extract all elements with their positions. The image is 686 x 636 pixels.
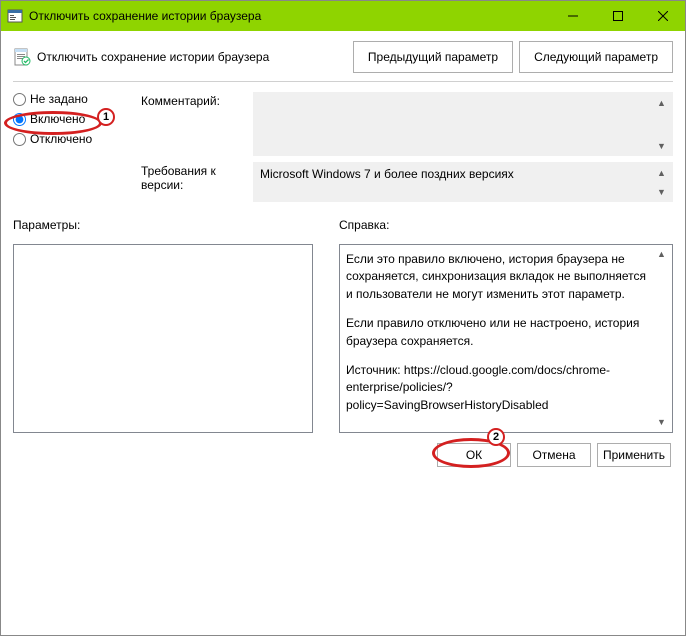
close-button[interactable] bbox=[640, 1, 685, 31]
help-label: Справка: bbox=[339, 218, 673, 232]
scroll-down-icon[interactable]: ▼ bbox=[653, 414, 670, 431]
scroll-up-icon[interactable]: ▲ bbox=[653, 94, 670, 111]
requirements-value: Microsoft Windows 7 и более поздних верс… bbox=[260, 167, 514, 181]
window-title: Отключить сохранение истории браузера bbox=[29, 9, 550, 23]
radio-enabled-input[interactable] bbox=[13, 113, 26, 126]
comment-input[interactable]: ▲ ▼ bbox=[253, 92, 673, 156]
radio-enabled[interactable]: Включено bbox=[13, 112, 131, 126]
radio-disabled-label: Отключено bbox=[30, 132, 92, 146]
maximize-button[interactable] bbox=[595, 1, 640, 31]
app-icon bbox=[7, 8, 23, 24]
policy-title: Отключить сохранение истории браузера bbox=[37, 50, 347, 64]
footer: ОК Отмена Применить 2 bbox=[13, 443, 673, 467]
help-paragraph-2: Если правило отключено или не настроено,… bbox=[346, 315, 652, 350]
radio-not-configured[interactable]: Не задано bbox=[13, 92, 131, 106]
apply-button[interactable]: Применить bbox=[597, 443, 671, 467]
scroll-down-icon[interactable]: ▼ bbox=[653, 183, 670, 200]
prev-setting-button[interactable]: Предыдущий параметр bbox=[353, 41, 513, 73]
minimize-button[interactable] bbox=[550, 1, 595, 31]
scroll-up-icon[interactable]: ▲ bbox=[653, 246, 670, 263]
requirements-box: Microsoft Windows 7 и более поздних верс… bbox=[253, 162, 673, 202]
comment-label: Комментарий: bbox=[141, 92, 253, 108]
help-paragraph-3: Источник: https://cloud.google.com/docs/… bbox=[346, 362, 652, 414]
ok-button[interactable]: ОК bbox=[437, 443, 511, 467]
requirements-label: Требования к версии: bbox=[141, 162, 253, 192]
radio-enabled-label: Включено bbox=[30, 112, 85, 126]
state-radio-group: Не задано Включено Отключено 1 bbox=[13, 92, 131, 208]
radio-disabled[interactable]: Отключено bbox=[13, 132, 131, 146]
radio-not-configured-label: Не задано bbox=[30, 92, 88, 106]
scroll-up-icon[interactable]: ▲ bbox=[653, 164, 670, 181]
titlebar: Отключить сохранение истории браузера bbox=[1, 1, 685, 31]
scroll-down-icon[interactable]: ▼ bbox=[653, 137, 670, 154]
help-area: Если это правило включено, история брауз… bbox=[339, 244, 673, 433]
help-paragraph-1: Если это правило включено, история брауз… bbox=[346, 251, 652, 303]
header-row: Отключить сохранение истории браузера Пр… bbox=[13, 41, 673, 73]
radio-disabled-input[interactable] bbox=[13, 133, 26, 146]
cancel-button[interactable]: Отмена bbox=[517, 443, 591, 467]
policy-icon bbox=[13, 48, 31, 66]
options-area[interactable] bbox=[13, 244, 313, 433]
next-setting-button[interactable]: Следующий параметр bbox=[519, 41, 673, 73]
options-label: Параметры: bbox=[13, 218, 313, 232]
radio-not-configured-input[interactable] bbox=[13, 93, 26, 106]
divider bbox=[13, 81, 673, 82]
